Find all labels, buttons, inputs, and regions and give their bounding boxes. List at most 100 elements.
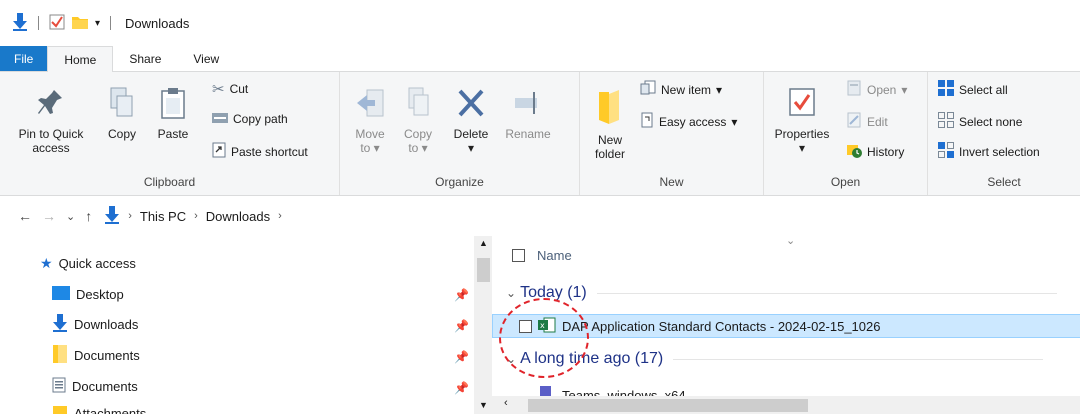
history-button[interactable]: History <box>846 142 904 161</box>
file-list: Name ⌄ ⌄ Today (1) x DAP Application Sta… <box>492 235 1080 414</box>
properties-quick-icon[interactable] <box>49 14 65 33</box>
column-name-label: Name <box>537 248 572 263</box>
rename-label: Rename <box>505 127 551 141</box>
scroll-down-arrow-icon[interactable]: ▼ <box>479 400 488 410</box>
separator <box>38 16 39 30</box>
cut-button[interactable]: ✂ Cut <box>212 80 248 98</box>
copy-path-button[interactable]: Copy path <box>212 112 288 126</box>
tab-file[interactable]: File <box>0 46 48 71</box>
select-none-label: Select none <box>959 114 1023 129</box>
new-folder-icon <box>588 86 632 129</box>
new-folder-quick-icon[interactable] <box>71 14 89 33</box>
file-row-teams[interactable]: Teams_windows_x64 <box>540 384 686 396</box>
nav-item-label: Attachments <box>74 406 147 414</box>
pin-to-quick-access-button[interactable]: Pin to Quick access <box>8 86 94 155</box>
edit-button[interactable]: Edit <box>846 112 888 131</box>
pin-icon[interactable]: 📌 <box>454 319 469 333</box>
window-title: Downloads <box>125 15 190 31</box>
nav-item-documents-2[interactable]: Documents <box>52 375 138 397</box>
properties-button[interactable]: Properties ▾ <box>770 86 834 155</box>
select-none-button[interactable]: Select none <box>938 112 1022 131</box>
back-arrow-icon[interactable]: ← <box>18 208 32 224</box>
file-checkbox[interactable] <box>519 319 532 333</box>
breadcrumb-downloads[interactable]: Downloads <box>206 209 270 224</box>
paste-shortcut-button[interactable]: Paste shortcut <box>212 142 308 161</box>
ribbon-tabs: File Home Share View <box>0 46 1080 72</box>
properties-check-icon <box>770 86 834 123</box>
copy-icon <box>102 86 142 123</box>
edit-label: Edit <box>867 114 888 129</box>
ribbon: Pin to Quick access Copy Paste ✂ Cut Cop… <box>0 72 1080 196</box>
tab-view[interactable]: View <box>177 46 235 71</box>
select-all-button[interactable]: Select all <box>938 80 1008 99</box>
desktop-icon <box>52 285 70 303</box>
pin-icon[interactable]: 📌 <box>454 350 469 364</box>
delete-button[interactable]: Delete ▾ <box>446 86 496 155</box>
copy-to-icon <box>398 86 438 123</box>
group-header-old[interactable]: ⌄ A long time ago (17) <box>506 350 1044 368</box>
invert-selection-button[interactable]: Invert selection <box>938 142 1040 161</box>
nav-pane-scroll-thumb[interactable] <box>477 258 490 282</box>
select-none-icon <box>938 112 954 131</box>
pin-icon[interactable]: 📌 <box>454 288 469 302</box>
nav-item-attachments[interactable]: Attachments <box>52 404 146 414</box>
breadcrumb: › This PC › Downloads › <box>104 205 282 227</box>
breadcrumb-chevron-icon[interactable]: › <box>278 210 282 222</box>
file-row-selected[interactable]: x DAP Application Standard Contacts - 20… <box>492 314 1080 338</box>
nav-item-documents[interactable]: Documents <box>52 344 140 366</box>
customize-qat-dropdown-icon[interactable]: ▾ <box>95 18 100 29</box>
documents-library-icon <box>52 377 66 396</box>
breadcrumb-chevron-icon[interactable]: › <box>194 210 198 222</box>
copy-to-button[interactable]: Copy to ▾ <box>398 86 438 155</box>
nav-item-label: Quick access <box>58 255 136 271</box>
name-column-header[interactable]: Name <box>512 248 572 263</box>
tab-share[interactable]: Share <box>113 46 177 71</box>
pin-icon <box>8 86 94 123</box>
organize-group-label: Organize <box>435 175 484 189</box>
new-item-label: New item <box>661 82 712 97</box>
forward-arrow-icon[interactable]: → <box>42 208 56 224</box>
clipboard-group-label: Clipboard <box>143 175 196 189</box>
easy-access-label: Easy access <box>659 114 727 129</box>
organize-group: Move to ▾ Copy to ▾ Delete ▾ Rename Organ… <box>340 72 580 195</box>
collapse-chevron-icon[interactable]: ⌄ <box>506 352 516 366</box>
nav-item-label: Documents <box>72 378 138 394</box>
quick-access-toolbar: ▾ Downloads <box>12 12 190 34</box>
collapse-chevron-icon[interactable]: ⌄ <box>506 286 516 300</box>
paste-button[interactable]: Paste <box>152 86 194 141</box>
open-button[interactable]: Open ▾ <box>846 80 907 99</box>
nav-item-quick-access[interactable]: ★ Quick access <box>40 252 136 274</box>
scroll-up-arrow-icon[interactable]: ▲ <box>479 238 488 248</box>
new-item-button[interactable]: New item ▾ <box>640 80 722 99</box>
breadcrumb-this-pc[interactable]: This PC <box>140 209 186 224</box>
open-group-label: Open <box>830 175 861 189</box>
select-all-checkbox[interactable] <box>512 249 525 262</box>
properties-label: Properties <box>774 127 830 141</box>
horizontal-scroll-thumb[interactable] <box>528 399 808 412</box>
group-header-today[interactable]: ⌄ Today (1) <box>506 284 1057 302</box>
teams-icon <box>540 384 556 396</box>
scroll-left-arrow-icon[interactable]: ‹ <box>504 397 508 409</box>
select-all-icon <box>938 80 954 99</box>
select-group: Select all Select none Invert selection … <box>928 72 1080 195</box>
documents-folder-icon <box>52 344 68 366</box>
open-group: Properties ▾ Open ▾ Edit History Open <box>764 72 928 195</box>
breadcrumb-chevron-icon[interactable]: › <box>128 210 132 222</box>
easy-access-icon <box>640 112 654 131</box>
rename-button[interactable]: Rename <box>500 86 556 141</box>
clipboard-group: Pin to Quick access Copy Paste ✂ Cut Cop… <box>0 72 340 195</box>
nav-item-desktop[interactable]: Desktop <box>52 283 124 305</box>
pin-icon[interactable]: 📌 <box>454 381 469 395</box>
easy-access-button[interactable]: Easy access ▾ <box>640 112 737 131</box>
move-to-button[interactable]: Move to ▾ <box>350 86 390 155</box>
up-arrow-icon[interactable]: ↑ <box>85 208 92 224</box>
new-folder-button[interactable]: New folder <box>588 86 632 161</box>
new-group: New folder New item ▾ Easy access ▾ New <box>580 72 764 195</box>
history-icon <box>846 142 862 161</box>
copy-button[interactable]: Copy <box>102 86 142 141</box>
tab-home[interactable]: Home <box>47 46 114 72</box>
recent-locations-chevron-icon[interactable]: ⌄ <box>66 210 75 223</box>
separator <box>110 16 112 30</box>
open-icon <box>846 80 862 99</box>
nav-item-downloads[interactable]: Downloads <box>52 313 138 335</box>
